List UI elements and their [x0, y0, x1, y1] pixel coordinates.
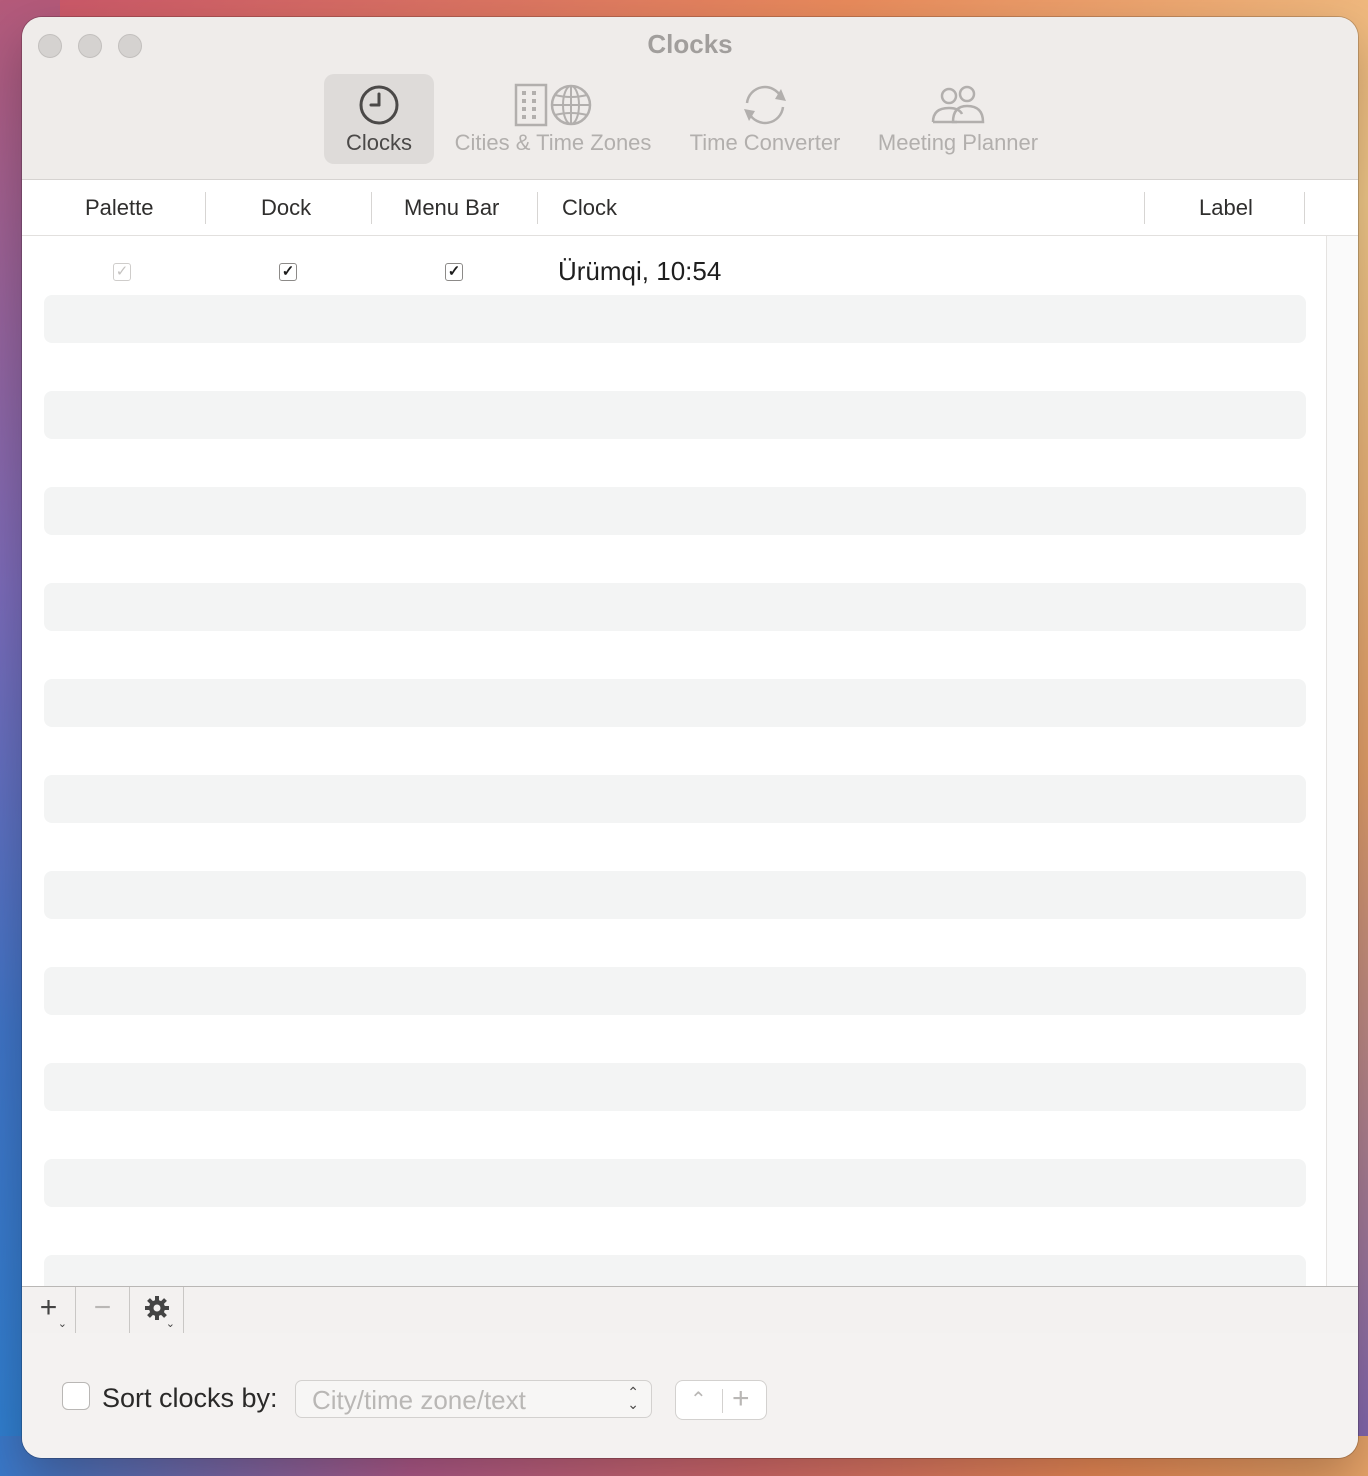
table-action-bar: + ⌄ − ⌄ [22, 1286, 1358, 1334]
tab-meeting-planner-label: Meeting Planner [877, 130, 1039, 155]
chevron-down-icon: ⌄ [165, 1318, 175, 1330]
gear-icon [130, 1295, 183, 1327]
tab-clocks[interactable]: Clocks [324, 74, 434, 164]
sort-clocks-label: Sort clocks by: [102, 1383, 278, 1413]
remove-clock-button[interactable]: − [76, 1287, 130, 1333]
table-rows: ✓ ✓ ✓ Ürümqi, 10:54 [22, 236, 1326, 1286]
tab-cities-label: Cities & Time Zones [454, 130, 652, 155]
titlebar: Clocks Clocks Cities & Time Zones Time C… [22, 17, 1358, 180]
sort-order-control[interactable]: ⌃ + [675, 1380, 767, 1420]
settings-menu-button[interactable]: ⌄ [130, 1287, 184, 1333]
clock-name: Ürümqi, 10:54 [558, 256, 722, 286]
sort-up-button[interactable]: ⌃ [690, 1387, 707, 1412]
window-title: Clocks [647, 29, 733, 59]
tab-meeting-planner[interactable]: Meeting Planner [870, 74, 1046, 164]
sort-by-select[interactable]: City/time zone/text ⌃ ⌄ [295, 1380, 652, 1418]
sort-by-value: City/time zone/text [312, 1385, 526, 1415]
building-globe-icon [446, 82, 660, 128]
column-header-palette[interactable]: Palette [85, 180, 154, 235]
column-header-menu-bar[interactable]: Menu Bar [404, 180, 499, 235]
column-header-clock[interactable]: Clock [562, 180, 617, 235]
sort-footer: Sort clocks by: City/time zone/text ⌃ ⌄ ⌃… [22, 1333, 1358, 1458]
column-header-label[interactable]: Label [1199, 180, 1253, 235]
sort-add-button[interactable]: + [732, 1382, 750, 1416]
table-header: Palette Dock Menu Bar Clock Label [22, 180, 1358, 236]
table-row[interactable]: ✓ ✓ ✓ Ürümqi, 10:54 [22, 236, 1326, 294]
tab-cities-time-zones[interactable]: Cities & Time Zones [446, 74, 660, 164]
sort-clocks-checkbox[interactable] [62, 1382, 90, 1410]
vertical-scroll-gutter[interactable] [1326, 236, 1358, 1286]
people-icon [870, 82, 1046, 128]
up-down-chevron-icon: ⌃ ⌄ [627, 1384, 639, 1412]
dock-checkbox[interactable]: ✓ [279, 263, 297, 281]
column-header-dock[interactable]: Dock [261, 180, 311, 235]
tab-clocks-label: Clocks [345, 130, 412, 155]
clocks-window: Clocks Clocks Cities & Time Zones Time C… [22, 17, 1358, 1458]
clocks-table: Palette Dock Menu Bar Clock Label ✓ ✓ ✓ … [22, 180, 1358, 1286]
refresh-arrows-icon [682, 82, 848, 128]
add-clock-button[interactable]: + ⌄ [22, 1287, 76, 1333]
chevron-down-icon: ⌄ [57, 1318, 67, 1330]
menu-bar-checkbox[interactable]: ✓ [445, 263, 463, 281]
tab-time-converter[interactable]: Time Converter [682, 74, 848, 164]
palette-checkbox[interactable]: ✓ [113, 263, 131, 281]
tab-time-converter-label: Time Converter [689, 130, 841, 155]
clock-icon [324, 82, 434, 128]
